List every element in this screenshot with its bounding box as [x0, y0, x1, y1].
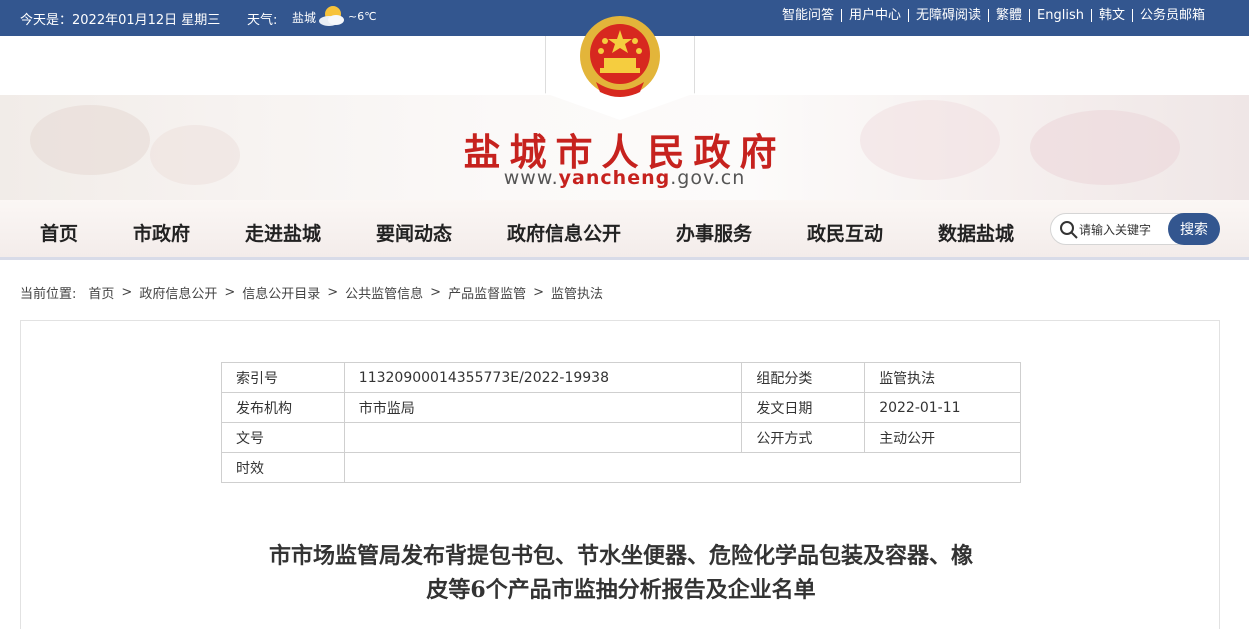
link-smart-qa[interactable]: 智能问答	[775, 9, 841, 22]
search-input[interactable]	[1079, 220, 1171, 240]
table-row: 索引号 11320900014355773E/2022-19938 组配分类 监…	[221, 362, 1021, 393]
nav-services[interactable]: 办事服务	[676, 219, 752, 246]
breadcrumb-separator: >	[224, 285, 236, 300]
meta-label-validity: 时效	[221, 452, 345, 483]
url-highlight: yancheng	[558, 167, 671, 189]
breadcrumb-info-catalog[interactable]: 信息公开目录	[242, 283, 320, 302]
breadcrumb-enforcement[interactable]: 监管执法	[551, 283, 603, 302]
meta-label-doc-number: 文号	[221, 422, 345, 453]
meta-value-doc-number	[343, 422, 743, 453]
site-header: 盐城市人民政府 www.yancheng.gov.cn	[0, 16, 1249, 200]
weather-city: 盐城	[292, 11, 317, 25]
article-title-line: 市市场监管局发布背提包书包、节水坐便器、危险化学品包装及容器、橡	[268, 543, 973, 569]
national-emblem-icon	[580, 16, 660, 97]
top-links: 智能问答 用户中心 无障碍阅读 繁體 English 韩文 公务员邮箱	[775, 9, 1212, 22]
link-civil-mail[interactable]: 公务员邮箱	[1131, 9, 1212, 22]
nav-news[interactable]: 要闻动态	[376, 219, 452, 246]
meta-label-date: 发文日期	[741, 392, 866, 423]
article-title-line: 皮等6个产品市监抽分析报告及企业名单	[426, 577, 816, 603]
url-suffix: .gov.cn	[670, 167, 746, 189]
link-korean[interactable]: 韩文	[1090, 9, 1132, 22]
search-box: 搜索	[1050, 213, 1220, 245]
breadcrumb-lead: 当前位置:	[20, 287, 77, 302]
weather-temp: ~6℃	[348, 10, 377, 23]
site-url: www.yancheng.gov.cn	[0, 167, 1249, 189]
breadcrumb-public-supervision[interactable]: 公共监管信息	[345, 283, 423, 302]
nav-interaction[interactable]: 政民互动	[807, 219, 883, 246]
nav-about-yancheng[interactable]: 走进盐城	[245, 219, 321, 246]
link-english[interactable]: English	[1029, 9, 1091, 22]
meta-value-category: 监管执法	[864, 362, 1021, 393]
meta-label-index: 索引号	[221, 362, 345, 393]
table-row: 发布机构 市市监局 发文日期 2022-01-11	[221, 392, 1021, 423]
search-button[interactable]: 搜索	[1168, 213, 1220, 245]
document-meta-table: 索引号 11320900014355773E/2022-19938 组配分类 监…	[221, 362, 1022, 483]
meta-value-publisher: 市市监局	[343, 392, 743, 423]
nav-info-disclosure[interactable]: 政府信息公开	[507, 219, 621, 246]
breadcrumb-separator: >	[430, 285, 442, 300]
breadcrumb-product-supervision[interactable]: 产品监督监管	[448, 283, 526, 302]
weather-label: 天气:	[247, 13, 278, 28]
link-traditional[interactable]: 繁體	[988, 9, 1029, 22]
breadcrumb-separator: >	[121, 285, 133, 300]
meta-value-validity	[343, 452, 1022, 483]
partly-cloudy-icon	[319, 6, 344, 26]
breadcrumb-home[interactable]: 首页	[88, 283, 114, 302]
meta-value-date: 2022-01-11	[864, 392, 1021, 423]
table-row: 文号 公开方式 主动公开	[221, 422, 1021, 453]
nav-home[interactable]: 首页	[40, 219, 78, 246]
date-text: 今天是：2022年01月12日 星期三	[20, 13, 221, 28]
meta-label-category: 组配分类	[741, 362, 866, 393]
article-title: 市市场监管局发布背提包书包、节水坐便器、危险化学品包装及容器、橡 皮等6个产品市…	[21, 539, 1221, 607]
meta-value-disclosure-method: 主动公开	[864, 422, 1021, 453]
meta-label-disclosure-method: 公开方式	[741, 422, 866, 453]
breadcrumb-separator: >	[327, 285, 339, 300]
meta-label-publisher: 发布机构	[221, 392, 345, 423]
breadcrumb-separator: >	[533, 285, 544, 300]
link-user-center[interactable]: 用户中心	[840, 9, 908, 22]
nav-city-gov[interactable]: 市政府	[133, 219, 190, 246]
url-prefix: www.	[503, 167, 559, 189]
link-accessibility[interactable]: 无障碍阅读	[907, 9, 988, 22]
content-panel: 索引号 11320900014355773E/2022-19938 组配分类 监…	[20, 320, 1220, 629]
search-icon	[1060, 221, 1078, 239]
breadcrumb-info-disclosure[interactable]: 政府信息公开	[139, 283, 217, 302]
main-nav: 首页 市政府 走进盐城 要闻动态 政府信息公开 办事服务 政民互动 数据盐城 搜…	[0, 200, 1249, 260]
meta-value-index: 11320900014355773E/2022-19938	[343, 362, 743, 393]
nav-data[interactable]: 数据盐城	[938, 219, 1014, 246]
breadcrumb: 当前位置: 首页 > 政府信息公开 > 信息公开目录 > 公共监管信息 > 产品…	[20, 283, 603, 302]
table-row: 时效	[221, 452, 1022, 483]
